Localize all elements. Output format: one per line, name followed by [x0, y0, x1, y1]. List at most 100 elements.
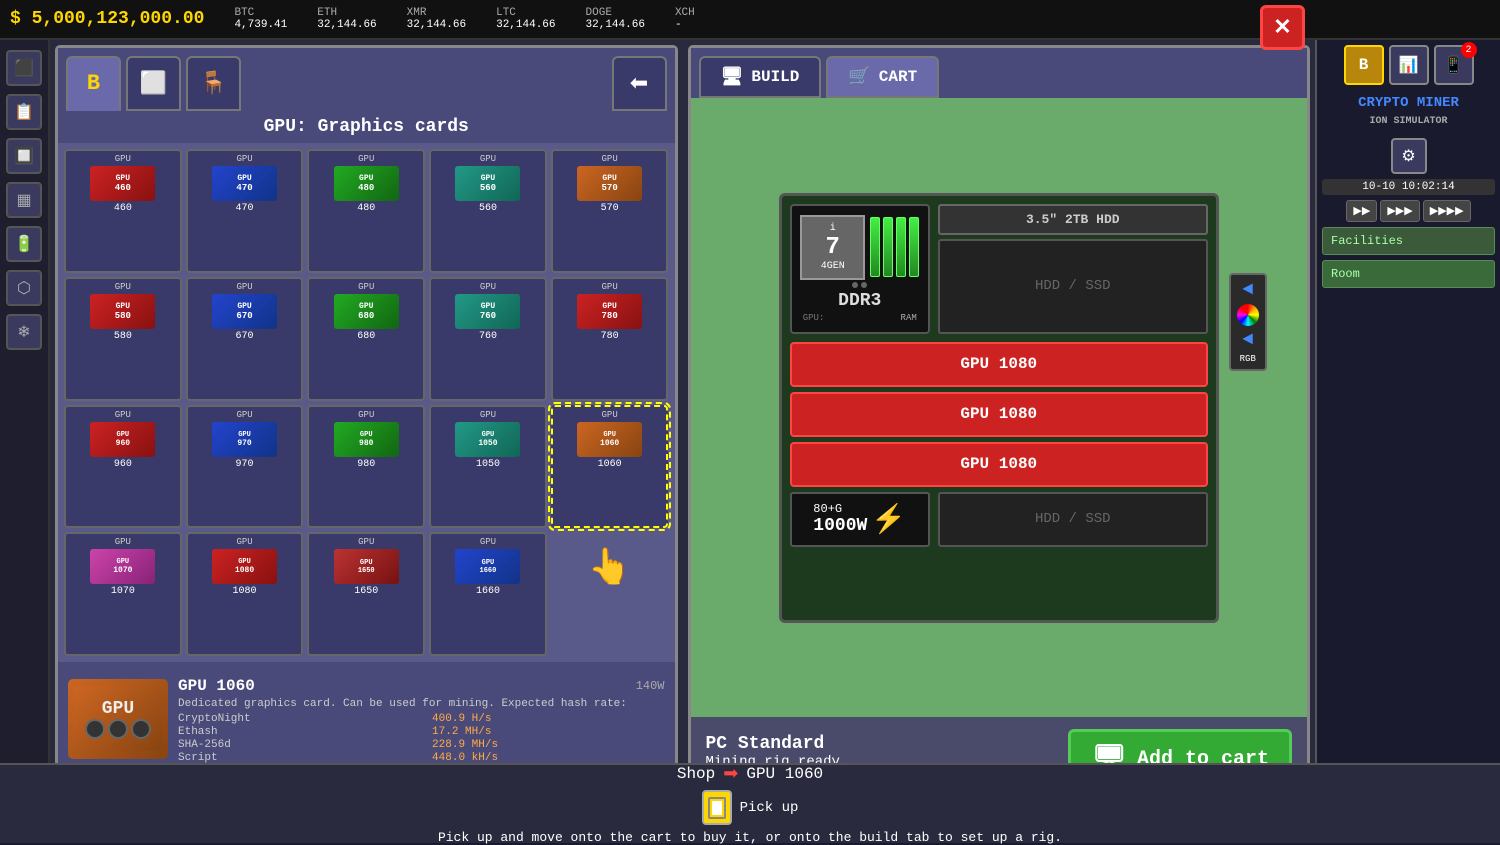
cpu-ram-row: i 7 4GEN — [800, 215, 919, 280]
fffwd-btn[interactable]: ▶▶▶▶ — [1423, 200, 1471, 222]
time-display: 10-10 10:02:14 — [1322, 179, 1495, 195]
crypto-xmr: XMR 32,144.66 — [407, 7, 466, 31]
sidebar-icon-chip[interactable]: 🔲 — [6, 138, 42, 174]
gpu-card-670[interactable]: GPU GPU 670 670 — [186, 277, 304, 401]
gpu-image-1050: GPU 1050 — [455, 422, 520, 457]
crypto-btc: BTC 4,739.41 — [234, 7, 287, 31]
tab-chair[interactable]: 🪑 — [186, 56, 241, 111]
ffwd-btn[interactable]: ▶▶▶ — [1380, 200, 1419, 222]
sidebar-icon-battery[interactable]: 🔋 — [6, 226, 42, 262]
gpu-card-1660[interactable]: GPU GPU 1660 1660 — [429, 532, 547, 656]
tab-build[interactable]: 🖥 BUILD — [699, 56, 822, 98]
gpu-slot-3: GPU 1080 — [790, 442, 1208, 487]
gpu-card-1070[interactable]: GPU GPU 1070 1070 — [64, 532, 182, 656]
gpu-empty-slot: 👆 — [551, 532, 669, 656]
gpu-card-460[interactable]: GPU GPU 460 460 — [64, 149, 182, 273]
gpu-image-570: GPU 570 — [577, 166, 642, 201]
rgb-label: RGB — [1240, 354, 1256, 364]
right-sidebar: B 📊 📱 2 CRYPTO MINER ION SIMULATOR ⚙ 10-… — [1315, 40, 1500, 843]
sidebar-icon-list[interactable]: 📋 — [6, 94, 42, 130]
gpu-image-560: GPU 560 — [455, 166, 520, 201]
gpu-card-970[interactable]: GPU GPU 970 970 — [186, 405, 304, 529]
gpu-image-960: GPU 960 — [90, 422, 155, 457]
build-area: i 7 4GEN — [691, 98, 1308, 717]
tab-back[interactable]: ⬅ — [612, 56, 667, 111]
gpu-detail-image: GPU — [68, 679, 168, 759]
gpu-card-960[interactable]: GPU GPU 960 960 — [64, 405, 182, 529]
crypto-ltc: LTC 32,144.66 — [496, 7, 555, 31]
stats-icon-right[interactable]: 📊 — [1389, 45, 1429, 85]
gpu-image-780: GPU 780 — [577, 294, 642, 329]
ram-stick-1 — [870, 217, 880, 277]
gpu-card-1650[interactable]: GPU GPU 1650 1650 — [307, 532, 425, 656]
settings-icon[interactable]: ⚙ — [1391, 138, 1427, 174]
ram-stick-2 — [883, 217, 893, 277]
gpu-image-480: GPU 480 — [334, 166, 399, 201]
cart-icon: 🛒 — [848, 66, 870, 88]
gpu-card-780[interactable]: GPU GPU 780 780 — [551, 277, 669, 401]
gpu-image-670: GPU 670 — [212, 294, 277, 329]
facilities-item[interactable]: Facilities — [1322, 227, 1495, 255]
gpu-image-970: GPU 970 — [212, 422, 277, 457]
gpu-image-1070: GPU 1070 — [90, 549, 155, 584]
gpu-image-1080: GPU 1080 — [212, 549, 277, 584]
left-sidebar: ⬛ 📋 🔲 ▦ 🔋 ⬡ ❄ — [0, 40, 50, 843]
rgb-panel[interactable]: ◄ ◄ RGB — [1229, 273, 1267, 371]
gpu-card-570[interactable]: GPU GPU 570 570 — [551, 149, 669, 273]
main-area: ⬛ 📋 🔲 ▦ 🔋 ⬡ ❄ B ⬜ 🪑 ⬅ GPU: Graphics card… — [0, 40, 1500, 843]
tab-cart[interactable]: 🛒 CART — [826, 56, 939, 98]
right-top-icons: B 📊 📱 2 — [1344, 45, 1474, 85]
gpu-card-1050[interactable]: GPU GPU 1050 1050 — [429, 405, 547, 529]
sidebar-icon-cylinder[interactable]: ⬡ — [6, 270, 42, 306]
gpu-card-1080[interactable]: GPU GPU 1080 1080 — [186, 532, 304, 656]
close-button[interactable]: ✕ — [1260, 5, 1305, 50]
gpu-image-1650: GPU 1650 — [334, 549, 399, 584]
gpu-card-680[interactable]: GPU GPU 680 680 — [307, 277, 425, 401]
money-display: $ 5,000,123,000.00 — [10, 9, 204, 29]
play-btn[interactable]: ▶▶ — [1346, 200, 1377, 222]
gpu-card-980[interactable]: GPU GPU 980 980 — [307, 405, 425, 529]
crypto-doge: DOGE 32,144.66 — [586, 7, 645, 31]
hdd-ssd-top: HDD / SSD — [938, 239, 1208, 334]
sidebar-icon-grid[interactable]: ▦ — [6, 182, 42, 218]
ram-area — [870, 217, 919, 277]
gpu-card-480[interactable]: GPU GPU 480 480 — [307, 149, 425, 273]
room-item[interactable]: Room — [1322, 260, 1495, 288]
gpu-card-470[interactable]: GPU GPU 470 470 — [186, 149, 304, 273]
cpu-chip: i 7 4GEN — [800, 215, 865, 280]
psu-row: 80+G 1000W ⚡ HDD / SSD — [790, 492, 1208, 547]
pickup-container: Pick up — [702, 790, 799, 825]
rgb-arrow-2: ◄ — [1242, 330, 1253, 350]
tab-motherboard[interactable]: ⬜ — [126, 56, 181, 111]
shop-tabs: B ⬜ 🪑 ⬅ — [58, 48, 675, 111]
gpu-card-1060[interactable]: GPU GPU 1060 1060 — [551, 405, 669, 529]
rgb-arrow-1: ◄ — [1242, 280, 1253, 300]
gpu-image-1060: GPU 1060 — [577, 422, 642, 457]
bitcoin-icon-right[interactable]: B — [1344, 45, 1384, 85]
shop-panel: B ⬜ 🪑 ⬅ GPU: Graphics cards GPU GP — [55, 45, 678, 805]
gpu-card-760[interactable]: GPU GPU 760 760 — [429, 277, 547, 401]
notification-icon-right[interactable]: 📱 2 — [1434, 45, 1474, 85]
breadcrumb: Shop ➡ GPU 1060 — [677, 763, 823, 785]
gpu-grid: GPU GPU 460 460 GPU GPU 470 470 — [58, 143, 675, 662]
gpu-image-760: GPU 760 — [455, 294, 520, 329]
build-icon: 🖥 — [721, 66, 744, 88]
gpu-image-1660: GPU 1660 — [455, 549, 520, 584]
mb-top-row: i 7 4GEN — [790, 204, 1208, 334]
playback-controls: ▶▶ ▶▶▶ ▶▶▶▶ — [1346, 200, 1470, 222]
breadcrumb-arrow: ➡ — [723, 763, 738, 785]
sidebar-icon-fan[interactable]: ❄ — [6, 314, 42, 350]
build-panel: 🖥 BUILD 🛒 CART — [688, 45, 1311, 805]
psu-unit: 80+G 1000W ⚡ — [790, 492, 930, 547]
crypto-xch: XCH - — [675, 7, 695, 31]
gpu-card-560[interactable]: GPU GPU 560 560 — [429, 149, 547, 273]
tab-bitcoin[interactable]: B — [66, 56, 121, 111]
gpu-card-580[interactable]: GPU GPU 580 580 — [64, 277, 182, 401]
gpu-image-680: GPU 680 — [334, 294, 399, 329]
mb-right-area: 3.5" 2TB HDD HDD / SSD — [938, 204, 1208, 334]
pickup-icon — [702, 790, 732, 825]
game-title: CRYPTO MINER ION SIMULATOR — [1358, 95, 1459, 128]
sidebar-icon-cube[interactable]: ⬛ — [6, 50, 42, 86]
hash-rate-table: CryptoNight 400.9 H/s Ethash 17.2 MH/s S… — [178, 713, 665, 764]
gpu-slot-1: GPU 1080 — [790, 342, 1208, 387]
